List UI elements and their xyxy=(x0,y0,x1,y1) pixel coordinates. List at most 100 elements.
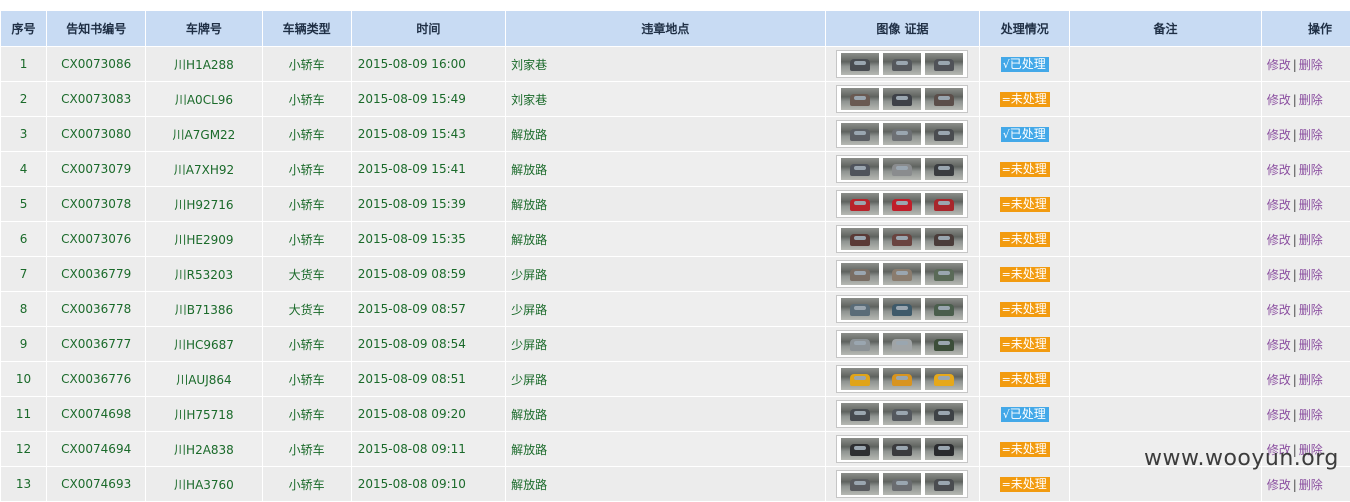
evidence-photo[interactable] xyxy=(925,333,964,355)
evidence-photo[interactable] xyxy=(925,473,964,495)
cell-ops: 修改 | 删除 xyxy=(1261,397,1350,431)
cell-vehicle-type: 小轿车 xyxy=(262,117,351,151)
evidence-photo[interactable] xyxy=(883,263,922,285)
evidence-thumbnails xyxy=(836,85,969,113)
cell-location: 解放路 xyxy=(506,467,825,501)
edit-link[interactable]: 修改 xyxy=(1267,408,1291,422)
table-header-row: 序号 告知书编号 车牌号 车辆类型 时间 违章地点 图像 证据 处理情况 备注 … xyxy=(1,11,1350,46)
cell-notice-no: CX0036776 xyxy=(47,362,146,396)
cell-seq: 8 xyxy=(1,292,47,326)
delete-link[interactable]: 删除 xyxy=(1299,268,1323,282)
evidence-photo[interactable] xyxy=(925,53,964,75)
evidence-photo[interactable] xyxy=(883,368,922,390)
evidence-photo[interactable] xyxy=(883,473,922,495)
evidence-photo[interactable] xyxy=(925,123,964,145)
evidence-photo[interactable] xyxy=(925,438,964,460)
edit-link[interactable]: 修改 xyxy=(1267,163,1291,177)
edit-link[interactable]: 修改 xyxy=(1267,268,1291,282)
evidence-photo[interactable] xyxy=(925,298,964,320)
edit-link[interactable]: 修改 xyxy=(1267,58,1291,72)
table-row: 11 CX0074698 川H75718 小轿车 2015-08-08 09:20 解放路… xyxy=(1,397,1350,431)
cell-ops: 修改 | 删除 xyxy=(1261,222,1350,256)
evidence-photo[interactable] xyxy=(841,473,880,495)
cell-remarks xyxy=(1070,362,1261,396)
edit-link[interactable]: 修改 xyxy=(1267,198,1291,212)
cell-remarks xyxy=(1070,327,1261,361)
cell-seq: 10 xyxy=(1,362,47,396)
cell-status: =未处理 xyxy=(980,222,1070,256)
status-badge: =未处理 xyxy=(999,161,1050,177)
edit-link[interactable]: 修改 xyxy=(1267,373,1291,387)
evidence-photo[interactable] xyxy=(841,123,880,145)
cell-remarks xyxy=(1070,222,1261,256)
delete-link[interactable]: 删除 xyxy=(1299,408,1323,422)
edit-link[interactable]: 修改 xyxy=(1267,128,1291,142)
delete-link[interactable]: 删除 xyxy=(1299,373,1323,387)
cell-status: =未处理 xyxy=(980,292,1070,326)
evidence-photo[interactable] xyxy=(925,193,964,215)
cell-notice-no: CX0073083 xyxy=(47,82,146,116)
evidence-photo[interactable] xyxy=(883,193,922,215)
action-separator: | xyxy=(1292,302,1297,317)
cell-seq: 5 xyxy=(1,187,47,221)
evidence-photo[interactable] xyxy=(925,158,964,180)
evidence-photo[interactable] xyxy=(841,403,880,425)
evidence-photo[interactable] xyxy=(883,53,922,75)
evidence-photo[interactable] xyxy=(841,158,880,180)
evidence-photo[interactable] xyxy=(841,368,880,390)
evidence-photo[interactable] xyxy=(883,158,922,180)
status-label: 未处理 xyxy=(1010,231,1047,246)
evidence-photo[interactable] xyxy=(841,263,880,285)
evidence-photo[interactable] xyxy=(883,123,922,145)
car-photo-icon xyxy=(934,129,955,141)
cell-status: =未处理 xyxy=(980,257,1070,291)
table-row: 13 CX0074693 川HA3760 小轿车 2015-08-08 09:10 解放路… xyxy=(1,467,1350,501)
edit-link[interactable]: 修改 xyxy=(1267,338,1291,352)
evidence-photo[interactable] xyxy=(883,333,922,355)
delete-link[interactable]: 删除 xyxy=(1299,128,1323,142)
car-photo-icon xyxy=(934,269,955,281)
evidence-photo[interactable] xyxy=(841,298,880,320)
evidence-photo[interactable] xyxy=(925,228,964,250)
delete-link[interactable]: 删除 xyxy=(1299,58,1323,72)
evidence-photo[interactable] xyxy=(925,263,964,285)
delete-link[interactable]: 删除 xyxy=(1299,93,1323,107)
delete-link[interactable]: 删除 xyxy=(1299,303,1323,317)
delete-link[interactable]: 删除 xyxy=(1299,338,1323,352)
evidence-photo[interactable] xyxy=(925,368,964,390)
status-label: 未处理 xyxy=(1010,266,1047,281)
evidence-photo[interactable] xyxy=(883,88,922,110)
evidence-photo[interactable] xyxy=(883,298,922,320)
cell-remarks xyxy=(1070,152,1261,186)
evidence-photo[interactable] xyxy=(883,228,922,250)
evidence-photo[interactable] xyxy=(841,193,880,215)
action-separator: | xyxy=(1292,372,1297,387)
evidence-photo[interactable] xyxy=(883,438,922,460)
cell-plate: 川H1A288 xyxy=(146,47,262,81)
cell-status: √已处理 xyxy=(980,117,1070,151)
delete-link[interactable]: 删除 xyxy=(1299,233,1323,247)
table-row: 1 CX0073086 川H1A288 小轿车 2015-08-09 16:00 刘家巷 √… xyxy=(1,47,1350,81)
cell-evidence xyxy=(825,222,980,256)
edit-link[interactable]: 修改 xyxy=(1267,233,1291,247)
evidence-photo[interactable] xyxy=(841,438,880,460)
cell-notice-no: CX0074698 xyxy=(47,397,146,431)
delete-link[interactable]: 删除 xyxy=(1299,163,1323,177)
delete-link[interactable]: 删除 xyxy=(1299,198,1323,212)
evidence-photo[interactable] xyxy=(841,88,880,110)
evidence-photo[interactable] xyxy=(841,228,880,250)
status-badge: =未处理 xyxy=(999,266,1050,282)
edit-link[interactable]: 修改 xyxy=(1267,303,1291,317)
edit-link[interactable]: 修改 xyxy=(1267,93,1291,107)
evidence-photo[interactable] xyxy=(883,403,922,425)
edit-link[interactable]: 修改 xyxy=(1267,478,1291,492)
cell-vehicle-type: 大货车 xyxy=(262,292,351,326)
evidence-thumbnails xyxy=(836,225,969,253)
status-mark-icon: = xyxy=(1001,92,1011,106)
evidence-photo[interactable] xyxy=(841,333,880,355)
car-photo-icon xyxy=(934,339,955,351)
evidence-photo[interactable] xyxy=(925,403,964,425)
delete-link[interactable]: 删除 xyxy=(1299,478,1323,492)
evidence-photo[interactable] xyxy=(841,53,880,75)
evidence-photo[interactable] xyxy=(925,88,964,110)
